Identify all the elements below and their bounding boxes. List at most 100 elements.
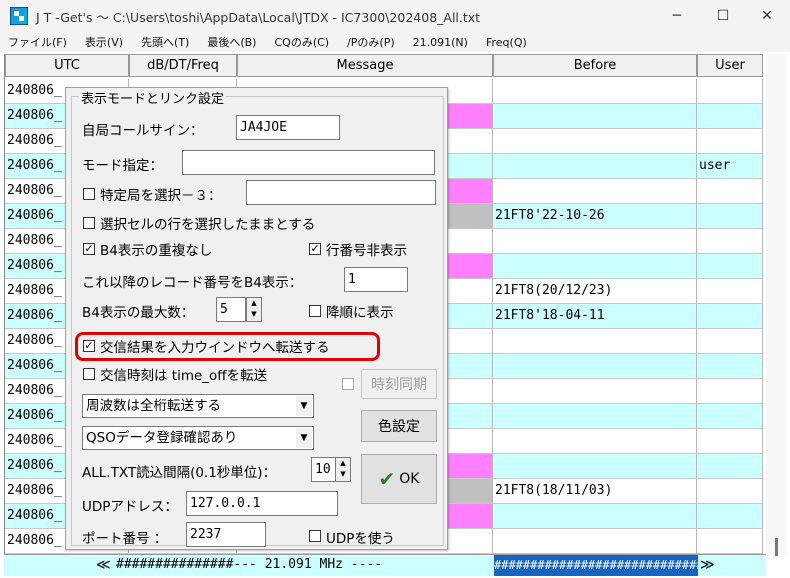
header-db-dt-freq[interactable]: dB/DT/Freq <box>129 54 237 77</box>
cell-user[interactable] <box>697 254 763 279</box>
port-input[interactable]: 2237 <box>186 522 266 547</box>
cell-before[interactable]: 21FT8'18-04-11 <box>493 304 697 329</box>
cell-user[interactable] <box>697 504 763 529</box>
hide-lineno-checkbox[interactable]: ✓ <box>309 243 321 255</box>
ok-button[interactable]: ✔ OK <box>361 454 437 504</box>
b4-nodup-checkbox[interactable]: ✓ <box>83 243 95 255</box>
time-sync-button[interactable]: 時刻同期 <box>361 369 437 399</box>
chevron-down-icon[interactable]: ▼ <box>296 428 312 448</box>
group-title: 表示モードとリンク設定 <box>79 88 227 107</box>
cell-user[interactable] <box>697 479 763 504</box>
cell-before[interactable]: 21FT8(20/12/23) <box>493 279 697 304</box>
cell-before[interactable] <box>493 179 697 204</box>
time-off-label: 交信時刻は time_offを転送 <box>100 368 268 384</box>
chevron-down-icon[interactable]: ▼ <box>296 396 312 416</box>
menu-p-only[interactable]: /Pのみ(P) <box>338 34 404 50</box>
cell-before[interactable] <box>493 404 697 429</box>
interval-input[interactable]: 10 <box>311 457 336 482</box>
b4-max-spinner[interactable]: ▲ ▼ <box>246 297 262 322</box>
menu-bar: ファイル(F) 表示(V) 先頭へ(T) 最後へ(B) CQのみ(C) /Pのみ… <box>0 32 790 52</box>
app-icon <box>10 7 28 25</box>
qso-confirm-select[interactable]: QSOデータ登録確認あり ▼ <box>82 426 314 450</box>
maximize-button[interactable]: ☐ <box>700 0 746 32</box>
transfer-checkbox[interactable]: ✓ <box>83 340 95 352</box>
b4-from-input[interactable]: 1 <box>344 267 408 292</box>
cell-user[interactable] <box>697 79 763 104</box>
settings-dialog: 表示モードとリンク設定 自局コールサイン： JA4JOE モード指定： 特定局を… <box>65 87 448 550</box>
cell-before[interactable]: 21FT8(18/11/03) <box>493 479 697 504</box>
cell-before[interactable] <box>493 379 697 404</box>
callsign-input[interactable]: JA4JOE <box>236 115 340 140</box>
menu-freq[interactable]: Freq(Q) <box>477 36 536 49</box>
keep-row-checkbox[interactable] <box>83 217 95 229</box>
cell-user[interactable]: user <box>697 154 763 179</box>
header-message[interactable]: Message <box>237 54 493 77</box>
scroll-left-arrow[interactable]: ≪ <box>96 557 111 573</box>
scroll-right-arrow[interactable]: ≫ <box>700 557 715 573</box>
b4-max-label: B4表示の最大数： <box>82 305 195 321</box>
cell-before[interactable] <box>493 104 697 129</box>
mode-input[interactable] <box>182 150 435 175</box>
cell-user[interactable] <box>697 379 763 404</box>
frequency-transfer-value: 周波数は全桁転送する <box>86 398 221 414</box>
cell-before[interactable] <box>493 354 697 379</box>
vertical-scrollbar[interactable] <box>766 54 786 556</box>
qso-confirm-value: QSOデータ登録確認あり <box>86 430 238 446</box>
cell-user[interactable] <box>697 204 763 229</box>
b4-nodup-label: B4表示の重複なし <box>100 243 213 259</box>
descending-checkbox[interactable] <box>309 305 321 317</box>
close-button[interactable]: ✕ <box>744 0 790 32</box>
cell-before[interactable]: 21FT8'22-10-26 <box>493 204 697 229</box>
cell-user[interactable] <box>697 354 763 379</box>
cell-user[interactable] <box>697 179 763 204</box>
cell-user[interactable] <box>697 529 763 554</box>
title-bar: J T -Get's ～ C:\Users\toshi\AppData\Loca… <box>0 0 790 32</box>
frequency-transfer-select[interactable]: 周波数は全桁転送する ▼ <box>82 394 314 418</box>
udp-address-input[interactable]: 127.0.0.1 <box>186 491 338 516</box>
use-udp-checkbox[interactable] <box>309 530 321 542</box>
time-sync-checkbox[interactable] <box>342 378 354 390</box>
cell-before[interactable] <box>493 254 697 279</box>
minimize-button[interactable]: ─ <box>654 0 700 32</box>
color-settings-button[interactable]: 色設定 <box>361 410 437 442</box>
cell-before[interactable] <box>493 229 697 254</box>
cell-before[interactable] <box>493 429 697 454</box>
select-station-input[interactable] <box>246 180 436 205</box>
cell-user[interactable] <box>697 404 763 429</box>
interval-spinner[interactable]: ▲ ▼ <box>335 457 351 482</box>
cell-user[interactable] <box>697 279 763 304</box>
cell-user[interactable] <box>697 454 763 479</box>
mode-label: モード指定： <box>82 158 163 174</box>
time-off-checkbox[interactable] <box>83 368 95 380</box>
header-user[interactable]: User <box>697 54 763 77</box>
cell-user[interactable] <box>697 429 763 454</box>
b4-max-input[interactable]: 5 <box>216 297 246 322</box>
cell-user[interactable] <box>697 104 763 129</box>
menu-top[interactable]: 先頭へ(T) <box>132 34 198 50</box>
cell-user[interactable] <box>697 329 763 354</box>
header-before[interactable]: Before <box>493 54 697 77</box>
frequency-status: ###############--- 21.091 MHz ---- <box>116 557 383 572</box>
cell-before[interactable] <box>493 454 697 479</box>
cell-user[interactable] <box>697 304 763 329</box>
menu-file[interactable]: ファイル(F) <box>0 34 76 50</box>
cell-user[interactable] <box>697 229 763 254</box>
callsign-label: 自局コールサイン： <box>82 123 204 139</box>
header-utc[interactable]: UTC <box>5 54 129 77</box>
menu-view[interactable]: 表示(V) <box>76 34 132 50</box>
cell-before[interactable] <box>493 529 697 554</box>
cell-before[interactable] <box>493 329 697 354</box>
keep-row-label: 選択セルの行を選択したままとする <box>100 217 316 233</box>
hide-lineno-label: 行番号非表示 <box>326 243 407 259</box>
cell-before[interactable] <box>493 154 697 179</box>
cell-user[interactable] <box>697 129 763 154</box>
scrollbar-thumb[interactable] <box>775 538 778 556</box>
cell-before[interactable] <box>493 79 697 104</box>
menu-cq-only[interactable]: CQのみ(C) <box>265 34 338 50</box>
cell-before[interactable] <box>493 504 697 529</box>
menu-bottom[interactable]: 最後へ(B) <box>198 34 265 50</box>
status-bar: ≪ ###############--- 21.091 MHz ---- ###… <box>4 554 766 576</box>
select-station-checkbox[interactable] <box>83 188 95 200</box>
menu-frequency-21091[interactable]: 21.091(N) <box>404 36 477 49</box>
cell-before[interactable] <box>493 129 697 154</box>
